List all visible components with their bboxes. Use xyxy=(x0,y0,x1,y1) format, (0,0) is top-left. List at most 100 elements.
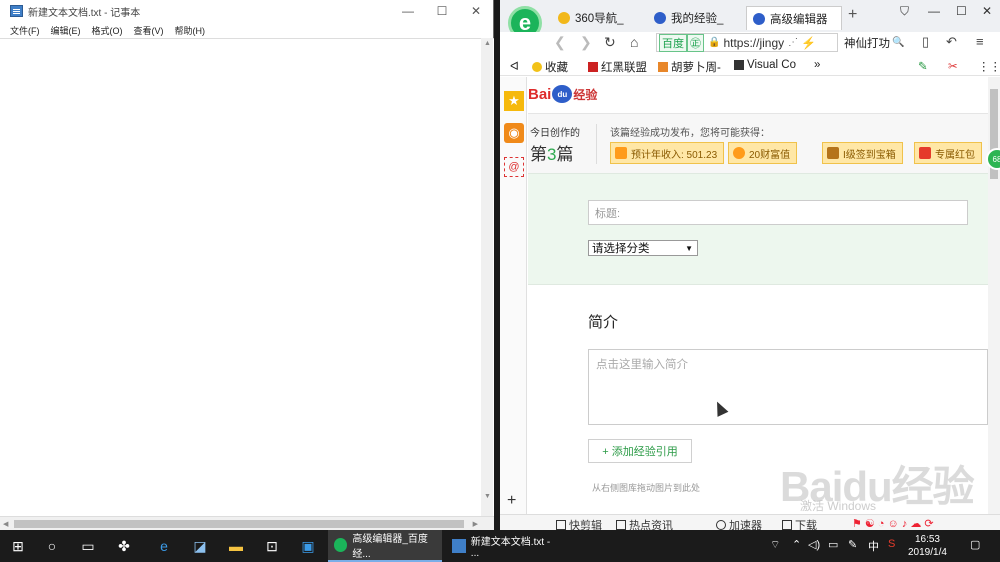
intro-textarea[interactable]: 点击这里输入简介 xyxy=(588,349,988,425)
intro-heading: 简介 xyxy=(588,314,619,331)
undo-icon[interactable]: ↶ xyxy=(946,34,957,50)
category-select[interactable]: 请选择分类 ▼ xyxy=(588,240,698,256)
menu-format[interactable]: 格式(O) xyxy=(92,24,123,37)
url-field[interactable]: 百度 ㊣ 🔒 https://jingy ⋰ ⚡ xyxy=(656,33,838,52)
title-input[interactable]: 标题: xyxy=(588,200,968,225)
sogou-icon[interactable]: S xyxy=(888,538,895,550)
bookmark-carrot[interactable]: 胡萝卜周- xyxy=(658,59,721,75)
reward-wealth[interactable]: 20财富值 xyxy=(728,142,798,164)
wifi-icon[interactable]: ⌔ xyxy=(770,538,780,552)
laptop-app-icon[interactable]: ◪ xyxy=(190,536,210,556)
browser-window: 360导航_ 我的经验_ 高级编辑器 + ⛉ — ☐ ✕ e ❮ ❯ ↻ ⌂ 百… xyxy=(500,0,1000,532)
tab-baidu-icon xyxy=(753,12,765,25)
system-clock[interactable]: 16:53 2019/1/4 xyxy=(908,533,947,559)
file-explorer-icon[interactable]: ▬ xyxy=(226,536,246,556)
notepad-titlebar[interactable]: 新建文本文档.txt - 记事本 — ☐ ✕ xyxy=(0,0,493,22)
tab-advanced-editor[interactable]: 高级编辑器 xyxy=(746,6,842,30)
bookmark-honghei[interactable]: 红黑联盟 xyxy=(588,59,647,75)
email-icon[interactable]: @ xyxy=(504,157,524,177)
notepad-horizontal-scrollbar[interactable]: ◀ ▶ xyxy=(0,516,494,530)
clock-date: 2019/1/4 xyxy=(908,547,947,558)
news-icon xyxy=(616,520,626,530)
logo-suffix: 经验 xyxy=(573,87,598,102)
category-select-value: 请选择分类 xyxy=(592,243,650,255)
scroll-right-icon[interactable]: ▶ xyxy=(473,520,478,528)
browser-minimize-button[interactable]: — xyxy=(928,4,940,18)
volume-icon[interactable]: ◁) xyxy=(808,538,820,551)
menu-file[interactable]: 文件(F) xyxy=(10,24,40,37)
scroll-up-icon[interactable]: ▲ xyxy=(484,40,491,47)
share-icon[interactable]: ⋰ xyxy=(788,37,798,48)
menu-edit[interactable]: 编辑(E) xyxy=(51,24,81,37)
bookmark-more[interactable]: » xyxy=(814,59,820,71)
horizontal-scroll-thumb[interactable] xyxy=(14,520,464,528)
chevron-up-icon[interactable]: ⌃ xyxy=(792,538,801,551)
speed-icon[interactable]: ⚡ xyxy=(801,36,816,50)
fan-app-icon[interactable]: ✤ xyxy=(114,536,134,556)
skin-icon[interactable]: ⛉ xyxy=(900,4,909,19)
bookmark-favorites[interactable]: 收藏 xyxy=(532,59,568,75)
lock-icon: 🔒 xyxy=(708,37,721,48)
pen-icon[interactable]: ✎ xyxy=(848,538,857,551)
taskbar-app-notepad[interactable]: 新建文本文档.txt - ... xyxy=(446,530,560,562)
published-message: 该篇经验成功发布，您将可能获得： xyxy=(610,128,770,139)
carrot-icon xyxy=(658,62,668,72)
store-icon[interactable]: ⊡ xyxy=(262,536,282,556)
menu-view[interactable]: 查看(V) xyxy=(134,24,164,37)
bookmark-label: 收藏 xyxy=(545,62,568,74)
close-button[interactable]: ✕ xyxy=(459,0,493,22)
refresh-button[interactable]: ↻ xyxy=(604,34,616,51)
reward-income[interactable]: 预计年收入: 501.23 xyxy=(610,142,725,164)
site-badge-sub: ㊣ xyxy=(687,33,704,52)
browser-taskbar-icon xyxy=(334,538,348,552)
tab-my-experience[interactable]: 我的经验_ xyxy=(648,6,740,30)
search-box[interactable]: 神仙打功 🔍 xyxy=(844,33,908,52)
menu-icon[interactable]: ≡ xyxy=(976,34,984,49)
apps-grid-icon[interactable]: ⋮⋮ xyxy=(978,59,1000,73)
edge-icon[interactable]: e xyxy=(154,536,174,556)
favorites-star-icon[interactable]: ★ xyxy=(504,91,524,111)
taskbar-app-browser[interactable]: 高级编辑器_百度经... xyxy=(328,530,442,562)
bookmark-visual-code[interactable]: Visual Co xyxy=(734,59,796,71)
mobile-icon[interactable]: ▯ xyxy=(922,34,929,50)
menu-help[interactable]: 帮助(H) xyxy=(175,24,206,37)
tab-360-nav[interactable]: 360导航_ xyxy=(552,6,644,30)
task-view-icon[interactable]: ▭ xyxy=(78,536,98,556)
reward-chest[interactable]: I级签到宝箱 xyxy=(822,142,903,164)
browser-maximize-button[interactable]: ☐ xyxy=(956,4,967,18)
sidebar-add-icon[interactable]: + xyxy=(507,492,516,510)
weibo-icon[interactable]: ◉ xyxy=(504,123,524,143)
page-vertical-scrollbar[interactable] xyxy=(988,77,1000,514)
baidu-jingyan-logo[interactable]: Bai du 经验 xyxy=(528,85,597,103)
notification-icon[interactable]: ▢ xyxy=(970,538,980,551)
scroll-left-icon[interactable]: ◀ xyxy=(3,520,8,528)
site-badge[interactable]: 百度 xyxy=(659,33,687,52)
status-tray-icons[interactable]: ⚑ ☯ ◔ ☺ ♪ ☁ ⟳ xyxy=(852,517,934,530)
remote-app-icon[interactable]: ▣ xyxy=(298,536,318,556)
new-tab-button[interactable]: + xyxy=(848,6,857,24)
home-button[interactable]: ⌂ xyxy=(630,34,638,50)
browser-close-button[interactable]: ✕ xyxy=(982,4,992,18)
page-content: Bai du 经验 今日创作的 第3篇 该篇经验成功发布，您将可能获得： 预计年… xyxy=(528,77,988,514)
scroll-down-icon[interactable]: ▼ xyxy=(484,493,491,500)
notepad-vertical-scrollbar[interactable]: ▲ ▼ xyxy=(481,38,493,516)
add-reference-button[interactable]: + 添加经验引用 xyxy=(588,439,692,463)
extension-icon[interactable]: ✎ xyxy=(918,59,928,73)
reward-red-packet[interactable]: 专属红包 xyxy=(914,142,982,164)
cortana-icon[interactable]: ○ xyxy=(42,536,62,556)
start-icon[interactable]: ⊞ xyxy=(8,536,28,556)
baidu-watermark: Baidu经验 xyxy=(780,463,975,510)
minimize-button[interactable]: — xyxy=(391,0,425,22)
left-sidebar: ★ ◉ @ + xyxy=(500,77,527,514)
forward-button[interactable]: ❯ xyxy=(580,34,592,51)
notepad-text-area[interactable] xyxy=(0,38,494,516)
ime-indicator[interactable]: 中 xyxy=(868,538,879,554)
bookmark-collapse-icon[interactable]: ᐊ xyxy=(510,59,519,73)
maximize-button[interactable]: ☐ xyxy=(425,0,459,22)
search-icon[interactable]: 🔍 xyxy=(892,37,904,48)
tab-360-icon xyxy=(558,12,570,24)
battery-icon[interactable]: ▭ xyxy=(828,538,838,551)
scissors-icon[interactable]: ✂ xyxy=(948,59,958,73)
back-button[interactable]: ❮ xyxy=(554,34,566,51)
reward-label: I级签到宝箱 xyxy=(843,149,896,161)
